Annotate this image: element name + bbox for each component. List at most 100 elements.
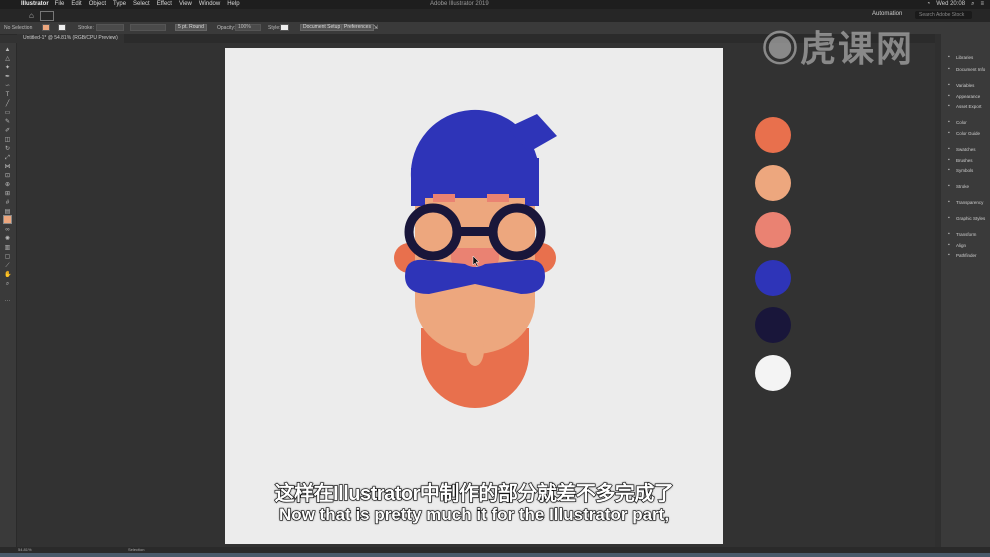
direct-selection-tool-icon[interactable]: △ [4,56,11,62]
menubar: Illustrator File Edit Object Type Select… [0,0,990,9]
menu-help[interactable]: Help [227,0,239,9]
palette-swatch[interactable] [755,354,791,391]
panel-asset-export[interactable]: ▪ Asset Export [948,104,982,109]
pen-tool-icon[interactable]: ✒ [4,74,11,80]
hair-right-side [525,158,539,206]
panel-libraries[interactable]: ▪ Libraries [948,55,973,60]
right-eyebrow [487,194,509,202]
panel-graphic-styles[interactable]: ▪ Graphic Styles [948,216,985,221]
transparency-icon: ▪ [948,199,950,206]
home-icon[interactable]: ⌂ [29,11,34,20]
panel-transparency[interactable]: ▪ Transparency [948,200,983,205]
panel-label: Pathfinder [956,253,977,258]
wifi-icon[interactable]: ◔ [927,0,931,9]
search-icon[interactable]: ⌕ [971,0,974,9]
macos-dock [0,553,990,557]
hair-left-side [411,168,425,206]
palette-swatch[interactable] [755,117,791,153]
panel-color-guide[interactable]: ▪ Color Guide [948,131,980,136]
panel-pathfinder[interactable]: ▪ Pathfinder [948,253,977,258]
palette-swatch[interactable] [755,307,791,343]
magic-wand-tool-icon[interactable]: ✦ [4,65,11,71]
opacity-input[interactable]: 100% [235,24,261,31]
type-tool-icon[interactable]: T [4,92,11,98]
panel-align[interactable]: ▪ Align [948,243,966,248]
panel-appearance[interactable]: ▪ Appearance [948,94,980,99]
line-tool-icon[interactable]: ╱ [4,101,11,107]
selection-tool-icon[interactable]: ▲ [4,47,11,53]
blend-tool-icon[interactable]: ∞ [4,227,11,233]
panel-symbols[interactable]: ▪ Symbols [948,168,973,173]
opacity-label[interactable]: Opacity: [217,25,235,31]
palette-swatch[interactable] [755,212,791,248]
menu-edit[interactable]: Edit [71,0,81,9]
panel-variables[interactable]: ▪ Variables [948,83,974,88]
panel-label: Stroke [956,184,970,189]
fill-color-icon[interactable] [3,215,12,224]
symbols-icon: ▪ [948,167,950,174]
workspace-switcher[interactable]: Automation [872,11,902,17]
panel-brushes[interactable]: ▪ Brushes [948,158,973,163]
palette-swatch[interactable] [755,259,791,296]
align-options-icon[interactable]: ⇲ [373,24,378,31]
arrange-documents-icon[interactable] [40,11,54,21]
panel-label: Color Guide [956,131,981,136]
curvature-tool-icon[interactable]: ∽ [4,83,11,89]
more-tools-icon[interactable]: ··· [4,298,11,304]
hand-tool-icon[interactable]: ✋ [4,272,11,278]
zoom-tool-icon[interactable]: ⌕ [4,281,11,287]
menu-view[interactable]: View [179,0,192,9]
color-icon: ▪ [948,119,950,126]
panel-stroke[interactable]: ▪ Stroke [948,184,969,189]
symbol-sprayer-tool-icon[interactable]: ✺ [4,236,11,242]
artboard-tool-icon[interactable]: ▢ [4,254,11,260]
clock: Wed 20:08 [936,1,966,7]
document-setup-button[interactable]: Document Setup [300,24,344,31]
variable-width-profile[interactable] [130,24,166,31]
stroke-swatch[interactable] [58,24,66,31]
graph-tool-icon[interactable]: ▥ [4,245,11,251]
stroke-icon: ▪ [948,183,950,190]
brush-definition[interactable]: 5 pt. Round [175,24,207,31]
swatches-icon: ▪ [948,146,950,153]
preferences-button[interactable]: Preferences [341,24,374,31]
panel-label: Align [956,243,967,248]
menu-select[interactable]: Select [133,0,150,9]
document-tab[interactable]: Untitled-1* @ 54.81% (RGB/CPU Preview) [17,34,124,43]
free-transform-tool-icon[interactable]: ⊡ [4,173,11,179]
pathfinder-icon: ▪ [948,252,950,259]
app-menu[interactable]: Illustrator [21,0,49,9]
menu-window[interactable]: Window [199,0,220,9]
panel-label: Swatches [956,147,976,152]
rotate-tool-icon[interactable]: ↻ [4,146,11,152]
panel-swatches[interactable]: ▪ Swatches [948,147,976,152]
graphic-styles-icon: ▪ [948,215,950,222]
fill-swatch[interactable] [42,24,50,31]
scale-tool-icon[interactable]: ⤢ [4,155,11,161]
palette-swatch[interactable] [755,164,791,201]
slice-tool-icon[interactable]: ⟋ [4,263,11,269]
rectangle-tool-icon[interactable]: ▭ [4,110,11,116]
perspective-grid-tool-icon[interactable]: ⊞ [4,191,11,197]
panel-document-info[interactable]: ▪ Document Info [948,67,985,72]
right-panel-dock [935,34,990,551]
menu-effect[interactable]: Effect [157,0,172,9]
shaper-tool-icon[interactable]: ✐ [4,128,11,134]
menu-type[interactable]: Type [113,0,126,9]
character-illustration[interactable] [225,48,723,544]
menu-list-icon[interactable]: ≡ [980,0,984,9]
panel-color[interactable]: ▪ Color [948,120,967,125]
menu-file[interactable]: File [55,0,65,9]
mesh-tool-icon[interactable]: # [4,200,11,206]
paintbrush-tool-icon[interactable]: ✎ [4,119,11,125]
menu-object[interactable]: Object [89,0,106,9]
width-tool-icon[interactable]: ⋈ [4,164,11,170]
stroke-weight-input[interactable] [96,24,124,31]
stock-search-input[interactable]: Search Adobe Stock [915,11,972,19]
graphic-style-picker[interactable] [280,24,289,31]
eraser-tool-icon[interactable]: ◫ [4,137,11,143]
shape-builder-tool-icon[interactable]: ⊕ [4,182,11,188]
panel-transform[interactable]: ▪ Transform [948,232,976,237]
artboard[interactable] [225,48,723,544]
watermark-text: 虎课网 [800,28,915,69]
